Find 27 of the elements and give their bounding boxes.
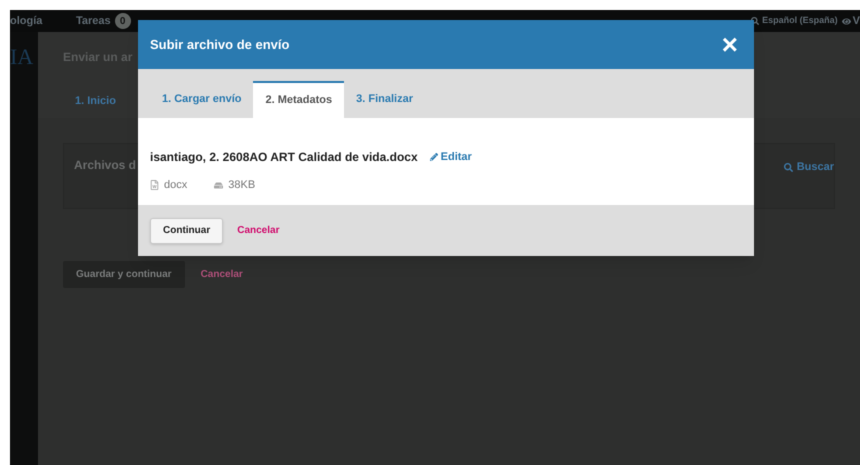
tab[interactable]: 1. Cargar envío bbox=[150, 81, 254, 118]
eye-icon bbox=[842, 16, 851, 26]
step-tab[interactable]: 1. Inicio bbox=[63, 84, 128, 118]
count-badge: 0 bbox=[114, 13, 131, 29]
save-button[interactable]: Guardar y continuar bbox=[63, 261, 185, 288]
nav-link[interactable]: Tareas bbox=[76, 12, 111, 30]
search-link[interactable]: Buscar bbox=[784, 159, 834, 176]
cancel-link[interactable]: Cancelar bbox=[237, 223, 280, 238]
language-link[interactable]: Español (España) bbox=[762, 14, 838, 28]
document-icon bbox=[150, 180, 159, 190]
continue-button[interactable]: Continuar bbox=[150, 218, 224, 244]
search-icon bbox=[784, 162, 793, 172]
edit-link[interactable]: Editar bbox=[430, 148, 472, 166]
tab[interactable]: 2. Metadatos bbox=[253, 81, 344, 118]
file-size: 38KB bbox=[228, 178, 256, 193]
pencil-icon bbox=[430, 153, 438, 161]
view-link[interactable]: V bbox=[852, 12, 860, 30]
file-name: isantiago, 2. 2608AO ART Calidad de vida.docx bbox=[150, 149, 418, 166]
modal-title: Subir archivo de envío bbox=[150, 36, 290, 54]
close-button[interactable]: × bbox=[722, 30, 738, 58]
drive-icon bbox=[214, 180, 224, 190]
nav-link[interactable]: ología bbox=[10, 12, 66, 30]
panel-title: Archivos d bbox=[74, 157, 136, 174]
logo: IA bbox=[10, 46, 34, 68]
file-type: docx bbox=[164, 178, 188, 193]
tab[interactable]: 3. Finalizar bbox=[344, 81, 425, 118]
cancel-link[interactable]: Cancelar bbox=[200, 267, 243, 282]
